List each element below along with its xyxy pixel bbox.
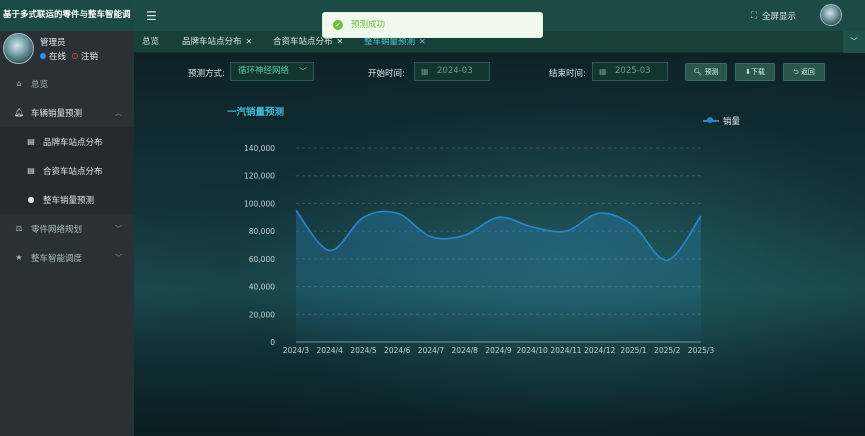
user-icon: ● [27, 195, 35, 204]
scale-icon: ⚖ [15, 224, 23, 233]
tab-brand-station-distribution[interactable]: 品牌车站点分布 ✕ [182, 31, 252, 53]
user-status: 在线 注销 [40, 50, 98, 62]
success-toast: ✓ 预测成功 [322, 12, 543, 38]
sidebar-item-jv-station-distribution[interactable]: ▤ 合资车站点分布 [0, 156, 134, 185]
submenu: ▤ 品牌车站点分布 ▤ 合资车站点分布 ● 整车销量预测 [0, 127, 134, 214]
logout-icon[interactable] [72, 53, 79, 59]
logout-link[interactable]: 注销 [81, 50, 98, 62]
x-tick-label: 2024/3 [283, 346, 310, 355]
sidebar-item-vehicle-smart-dispatch[interactable]: ★ 整车智能调度 ﹀ [0, 243, 134, 272]
sidebar-item-label: 零件网络规划 [31, 224, 83, 235]
star-icon: ★ [15, 253, 23, 262]
user-name: 管理员 [40, 38, 66, 48]
close-icon[interactable]: ✕ [246, 37, 253, 46]
chevron-down-icon: ﹀ [115, 224, 122, 233]
home-icon: ⌂ [16, 79, 22, 88]
y-tick-label: 60,000 [249, 255, 275, 264]
table-icon: ▤ [27, 137, 35, 146]
tab-label: 品牌车站点分布 [182, 37, 242, 47]
y-tick-label: 120,000 [244, 172, 275, 181]
check-circle-icon: ✓ [333, 20, 343, 30]
chevron-down-icon: ﹀ [115, 253, 122, 262]
x-tick-label: 2024/4 [317, 346, 344, 355]
y-tick-label: 0 [270, 338, 275, 347]
sales-line-chart: 0 20,000 40,000 60,000 80,000 100,000 120,000 1… [244, 144, 715, 355]
close-icon[interactable]: ✕ [337, 37, 344, 46]
series-area [296, 210, 701, 342]
sidebar-item-label: 合资车站点分布 [43, 166, 103, 177]
avatar[interactable] [820, 4, 842, 26]
app-title: 基于多式联运的零件与整车智能调 [0, 0, 134, 31]
fullscreen-label: 全屏显示 [761, 12, 796, 22]
sidebar-menu: ⌂ 总览 🔔︎ 车辆销量预测 ︿ ▤ 品牌车站点分布 ▤ 合资车站点分布 ● 整… [0, 69, 134, 272]
chevron-down-icon[interactable]: ﹀ [843, 31, 865, 53]
x-tick-label: 2024/7 [418, 346, 445, 355]
sidebar: 基于多式联运的零件与整车智能调 管理员 在线 注销 ⌂ 总览 🔔︎ 车辆销量预测… [0, 0, 134, 436]
x-tick-label: 2024/6 [384, 346, 411, 355]
table-icon: ▤ [27, 166, 35, 175]
sidebar-item-label: 总览 [31, 79, 49, 90]
x-tick-label: 2025/1 [620, 346, 647, 355]
y-tick-label: 20,000 [249, 310, 275, 319]
main-content: 预测方式: 循环神经网络 ﹀ 开始时间: ▦ 2024-03 结束时间: ▦ 2… [134, 53, 865, 436]
x-tick-label: 2025/3 [688, 346, 715, 355]
y-tick-label: 80,000 [249, 227, 275, 236]
avatar[interactable] [3, 33, 34, 64]
sidebar-item-label: 整车销量预测 [43, 195, 95, 206]
y-tick-label: 100,000 [244, 199, 275, 208]
tab-label: 总览 [142, 37, 160, 47]
tab-label: 整车销量预测 [364, 37, 416, 47]
y-tick-label: 40,000 [249, 283, 275, 292]
online-dot-icon [40, 53, 46, 59]
menu-toggle-icon[interactable]: ☰ [146, 9, 157, 23]
x-tick-label: 2024/10 [517, 346, 548, 355]
close-icon[interactable]: ✕ [419, 37, 426, 46]
fullscreen-icon: ⛶ [751, 11, 757, 21]
bell-icon: 🔔︎ [14, 108, 25, 117]
x-tick-label: 2024/5 [350, 346, 377, 355]
tab-overview[interactable]: 总览 [142, 31, 159, 53]
sidebar-item-overview[interactable]: ⌂ 总览 [0, 69, 134, 98]
x-tick-label: 2024/8 [452, 346, 479, 355]
x-tick-label: 2024/11 [550, 346, 581, 355]
sidebar-item-brand-station-distribution[interactable]: ▤ 品牌车站点分布 [0, 127, 134, 156]
x-tick-label: 2024/9 [485, 346, 512, 355]
toast-message: 预测成功 [351, 20, 386, 30]
x-tick-label: 2025/2 [654, 346, 681, 355]
fullscreen-button[interactable]: ⛶ 全屏显示 [751, 10, 796, 22]
chevron-up-icon: ︿ [115, 108, 122, 117]
sidebar-item-label: 整车智能调度 [31, 253, 83, 264]
sidebar-item-label: 品牌车站点分布 [43, 137, 103, 148]
tab-label: 合资车站点分布 [273, 37, 333, 47]
sidebar-item-label: 车辆销量预测 [31, 108, 83, 119]
online-label: 在线 [49, 52, 67, 62]
user-panel: 管理员 在线 注销 [0, 31, 134, 69]
sidebar-item-vehicle-sales-prediction[interactable]: ● 整车销量预测 [0, 185, 134, 214]
sidebar-item-vehicle-sales-forecast[interactable]: 🔔︎ 车辆销量预测 ︿ [0, 98, 134, 127]
sidebar-item-parts-network-planning[interactable]: ⚖ 零件网络规划 ﹀ [0, 214, 134, 243]
x-tick-label: 2024/12 [584, 346, 615, 355]
y-tick-label: 140,000 [244, 144, 275, 153]
